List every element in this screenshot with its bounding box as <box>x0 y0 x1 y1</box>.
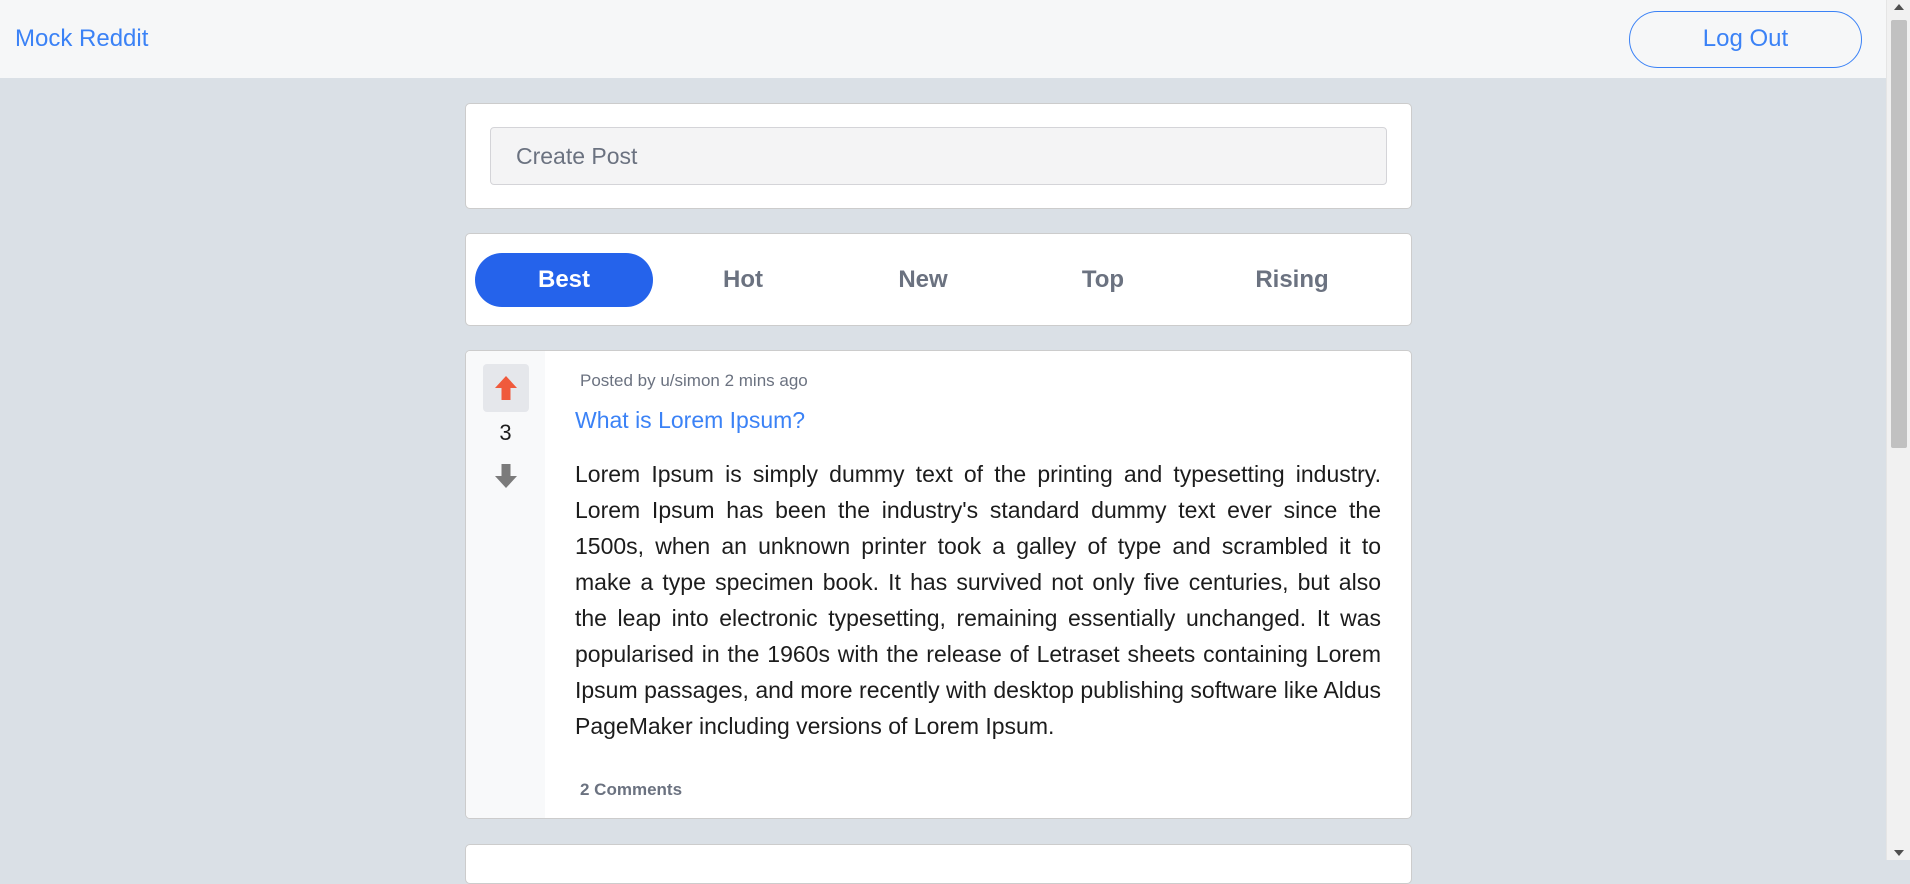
tab-new[interactable]: New <box>833 253 1013 307</box>
scroll-down-arrow-icon[interactable] <box>1894 850 1904 856</box>
vote-column: 3 <box>466 351 545 818</box>
downvote-button[interactable] <box>483 452 529 500</box>
post-meta: Posted by u/simon 2 mins ago <box>580 371 808 390</box>
post-title-link[interactable]: What is Lorem Ipsum? <box>575 407 1381 434</box>
scroll-up-arrow-icon[interactable] <box>1894 4 1904 10</box>
arrow-down-icon <box>494 464 517 488</box>
create-post-card: Create Post <box>465 103 1412 209</box>
tab-hot[interactable]: Hot <box>653 253 833 307</box>
tab-top[interactable]: Top <box>1013 253 1193 307</box>
sort-tabs: Best Hot New Top Rising <box>465 233 1412 326</box>
post-card: 3 Posted by u/simon 2 mins ago What is L… <box>465 350 1412 819</box>
tab-best[interactable]: Best <box>475 252 653 307</box>
page-scrollbar[interactable] <box>1886 0 1910 860</box>
comments-link[interactable]: 2 Comments <box>580 780 1381 800</box>
top-navbar: Mock Reddit Log Out <box>0 0 1886 78</box>
scroll-thumb[interactable] <box>1891 20 1907 448</box>
logout-button[interactable]: Log Out <box>1629 10 1862 68</box>
vote-count: 3 <box>499 420 512 445</box>
create-post-input[interactable]: Create Post <box>490 127 1387 185</box>
upvote-button[interactable] <box>482 364 529 412</box>
post-text: Lorem Ipsum is simply dummy text of the … <box>575 461 1381 739</box>
post-body: Posted by u/simon 2 mins ago What is Lor… <box>545 351 1411 818</box>
next-post-card <box>465 844 1412 884</box>
brand-link[interactable]: Mock Reddit <box>15 25 148 53</box>
tab-rising[interactable]: Rising <box>1193 253 1391 307</box>
arrow-up-icon <box>494 376 517 400</box>
